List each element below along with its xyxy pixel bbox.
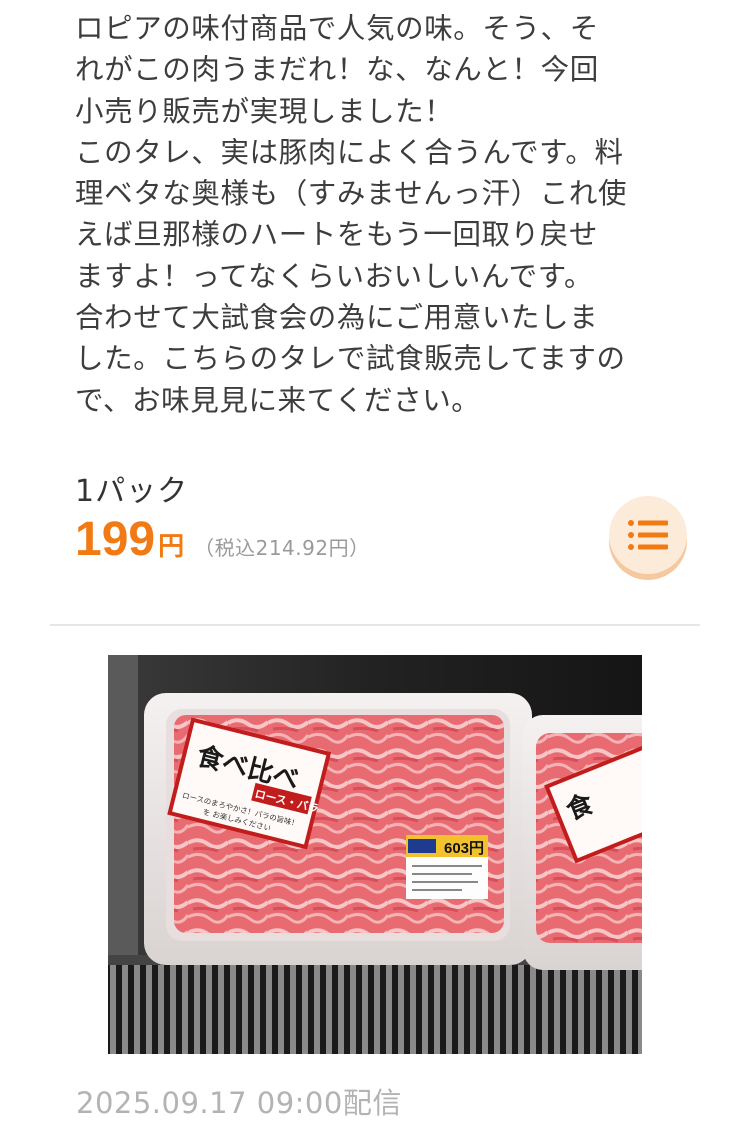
- price-currency: 円: [158, 532, 185, 562]
- description-line: 小売り販売が実現しました！: [75, 94, 454, 128]
- price-row: 199 円 （税込214.92円）: [75, 512, 370, 567]
- section-divider: [50, 624, 700, 626]
- description-line: ますよ！ってなくらいおいしいんです。: [75, 259, 594, 293]
- product-photo[interactable]: 食べ比べ ロース・バラ ロースのまろやかさ！バラの旨味！ を お楽しみください …: [108, 655, 642, 1054]
- description-line: このタレ、実は豚肉によく合うんです。料: [75, 135, 624, 169]
- description-line: ロピアの味付商品で人気の味。そう、そ: [75, 12, 599, 45]
- description-line: れがこの肉うまだれ！な、なんと！今回: [75, 53, 599, 87]
- published-timestamp: 2025.09.17 09:00配信: [76, 1086, 402, 1120]
- description-line: で、お味見見に来てください。: [75, 383, 481, 417]
- product-unit: 1パック: [75, 474, 189, 509]
- description-line: した。こちらのタレで試食販売してますの: [75, 342, 626, 376]
- price-tax-included: （税込214.92円）: [194, 536, 370, 560]
- description-line: えば旦那様のハートをもう一回取り戻せ: [75, 218, 598, 252]
- price-value: 199: [75, 513, 156, 566]
- product-description: ロピアの味付商品で人気の味。そう、そ れがこの肉うまだれ！な、なんと！今回 小売…: [75, 8, 685, 421]
- menu-button[interactable]: [609, 496, 687, 574]
- list-icon: [628, 520, 668, 550]
- meat-package-image: 食べ比べ ロース・バラ ロースのまろやかさ！バラの旨味！ を お楽しみください …: [108, 655, 642, 1054]
- price-sticker: 603円: [444, 840, 484, 857]
- description-line: 合わせて大試食会の為にご用意いたしま: [75, 301, 599, 335]
- description-line: 理ベタな奥様も（すみませんっ汗）これ使: [75, 177, 628, 211]
